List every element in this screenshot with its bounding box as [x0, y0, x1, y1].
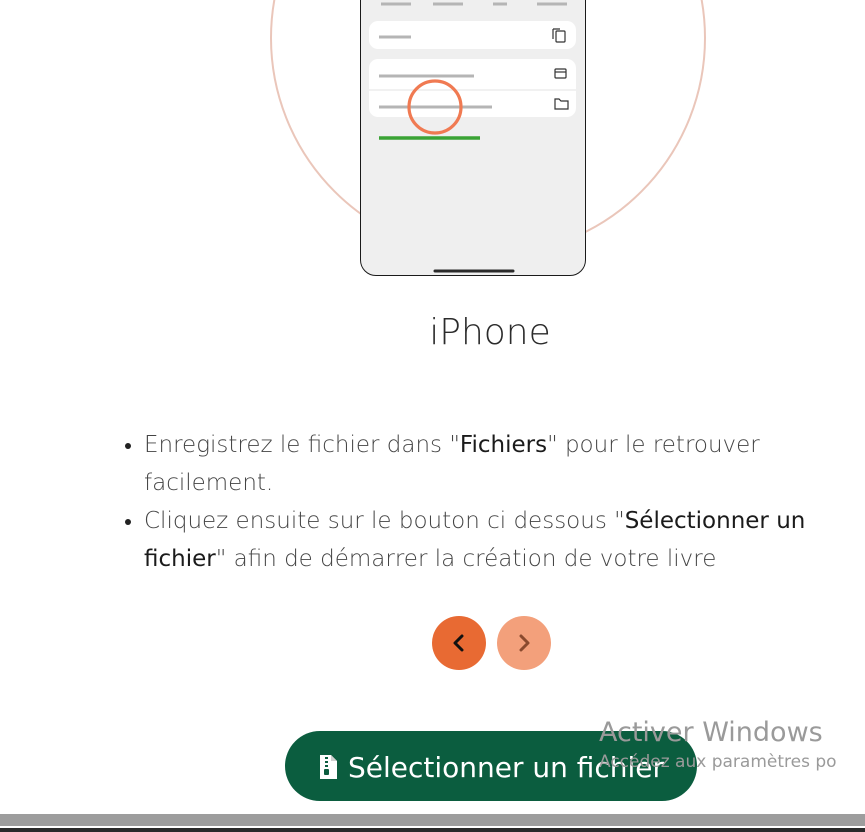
horizontal-scrollbar[interactable] — [0, 814, 865, 826]
select-file-label: Sélectionner un fichier — [347, 750, 665, 784]
instruction-item: Enregistrez le fichier dans "Fichiers" p… — [125, 426, 864, 502]
file-zip-icon — [318, 754, 338, 780]
page: iPhone Enregistrez le fichier dans "Fich… — [0, 0, 865, 832]
instruction-text: " afin de démarrer la création de votre … — [215, 546, 717, 572]
phone-screen — [369, 2, 576, 273]
phone-mockup — [360, 0, 586, 276]
instruction-highlight: Fichiers — [459, 432, 548, 458]
tutorial-illustration — [0, 0, 865, 290]
instruction-list: Enregistrez le fichier dans "Fichiers" p… — [125, 426, 864, 578]
instruction-item: Cliquez ensuite sur le bouton ci dessous… — [125, 502, 864, 578]
chevron-left-icon — [453, 634, 464, 652]
select-file-button[interactable]: Sélectionner un fichier — [285, 731, 697, 801]
instruction-text: Cliquez ensuite sur le bouton ci dessous… — [144, 508, 625, 534]
chevron-right-icon — [519, 634, 530, 652]
next-button[interactable] — [497, 616, 551, 670]
instruction-text: Enregistrez le fichier dans " — [144, 432, 460, 458]
bottom-divider — [0, 828, 865, 832]
device-title: iPhone — [429, 312, 551, 353]
previous-button[interactable] — [432, 616, 486, 670]
